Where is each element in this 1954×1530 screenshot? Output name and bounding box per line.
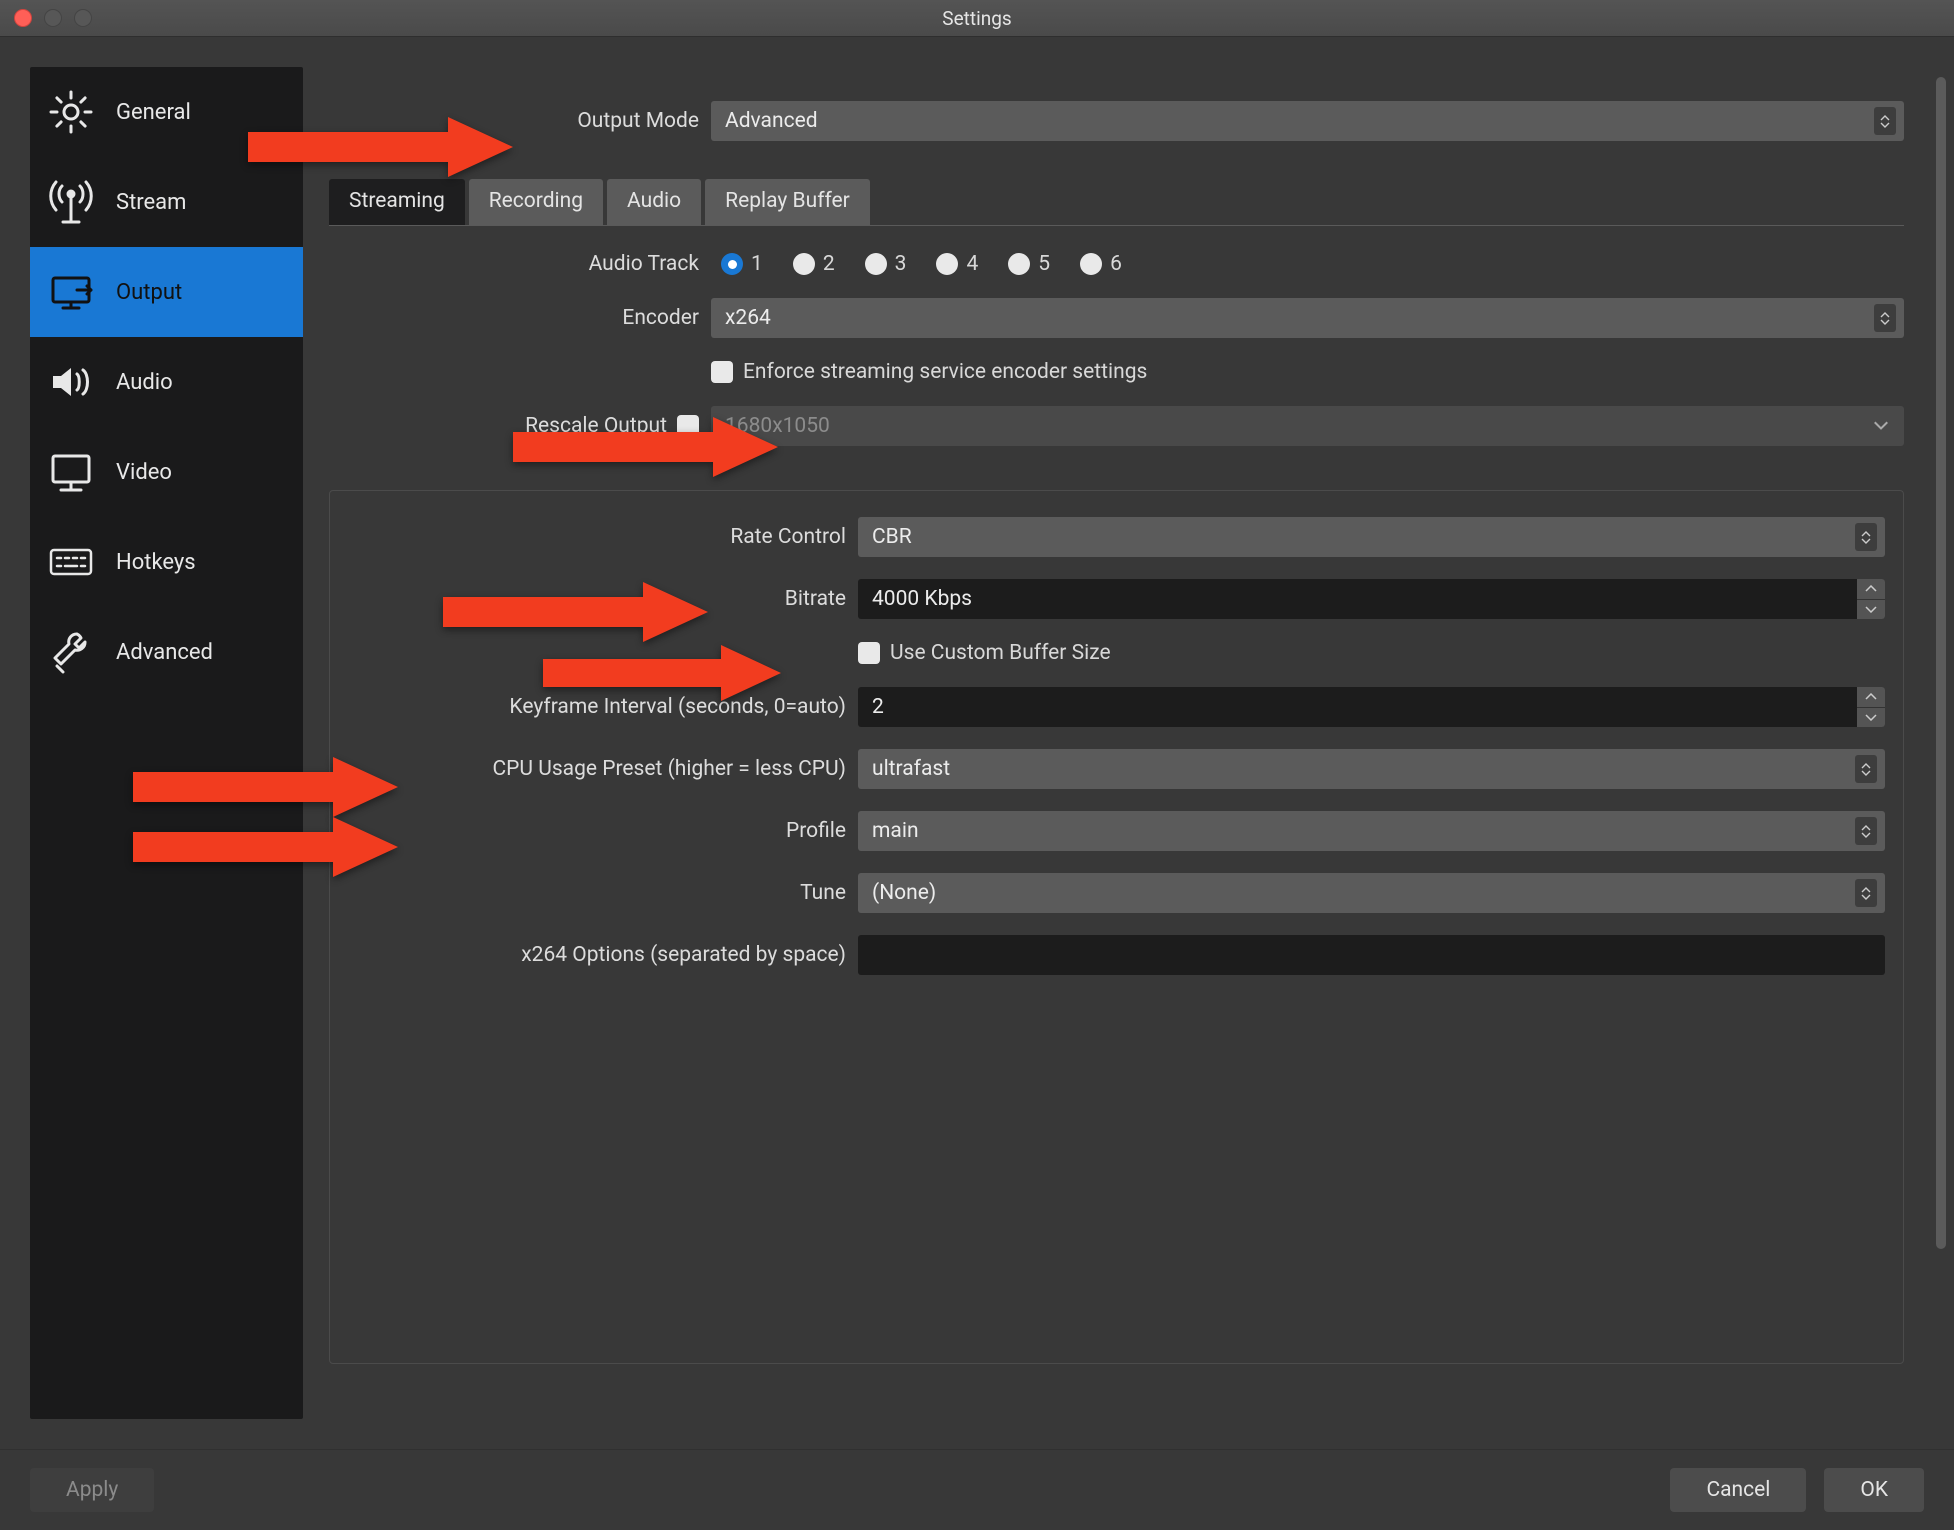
antenna-icon <box>44 175 98 229</box>
chevron-updown-icon <box>1874 304 1896 332</box>
keyboard-icon <box>44 535 98 589</box>
settings-main-panel: Output Mode Advanced Streaming Recording… <box>303 37 1954 1449</box>
audio-track-radio-3[interactable]: 3 <box>865 252 907 276</box>
x264-options-input[interactable] <box>858 935 1885 975</box>
radio-label: 6 <box>1110 252 1122 276</box>
bitrate-input[interactable]: 4000 Kbps <box>858 579 1885 619</box>
settings-sidebar: General Stream Output Audio <box>30 67 303 1419</box>
sidebar-item-advanced[interactable]: Advanced <box>30 607 303 697</box>
gear-icon <box>44 85 98 139</box>
enforce-encoder-checkbox[interactable] <box>711 361 733 383</box>
tune-value: (None) <box>872 881 936 905</box>
chevron-down-icon <box>1866 411 1896 441</box>
sidebar-item-hotkeys[interactable]: Hotkeys <box>30 517 303 607</box>
sidebar-item-audio[interactable]: Audio <box>30 337 303 427</box>
keyframe-interval-value: 2 <box>858 687 1857 727</box>
keyframe-interval-input[interactable]: 2 <box>858 687 1885 727</box>
audio-track-label: Audio Track <box>329 252 699 276</box>
x264-options-label: x264 Options (separated by space) <box>338 943 846 967</box>
keyframe-interval-label: Keyframe Interval (seconds, 0=auto) <box>338 695 846 719</box>
profile-label: Profile <box>338 819 846 843</box>
profile-select[interactable]: main <box>858 811 1885 851</box>
cpu-preset-label: CPU Usage Preset (higher = less CPU) <box>338 757 846 781</box>
audio-track-radio-2[interactable]: 2 <box>793 252 835 276</box>
scrollbar[interactable] <box>1936 77 1946 1249</box>
bitrate-step-up[interactable] <box>1857 579 1885 600</box>
radio-label: 2 <box>823 252 835 276</box>
sidebar-item-label: Advanced <box>116 640 213 665</box>
rescale-output-select: 1680x1050 <box>711 406 1904 446</box>
sidebar-item-output[interactable]: Output <box>30 247 303 337</box>
tab-audio[interactable]: Audio <box>607 179 701 225</box>
tab-recording[interactable]: Recording <box>469 179 603 225</box>
speaker-icon <box>44 355 98 409</box>
audio-track-radios: 1 2 3 4 5 6 <box>711 252 1122 276</box>
profile-value: main <box>872 819 919 843</box>
sidebar-item-label: Stream <box>116 190 186 215</box>
chevron-updown-icon <box>1855 817 1877 845</box>
ok-button[interactable]: OK <box>1824 1468 1924 1512</box>
rescale-output-placeholder: 1680x1050 <box>725 414 830 438</box>
rate-control-label: Rate Control <box>338 525 846 549</box>
radio-label: 5 <box>1038 252 1050 276</box>
sidebar-item-general[interactable]: General <box>30 67 303 157</box>
radio-label: 3 <box>895 252 907 276</box>
chevron-updown-icon <box>1855 523 1877 551</box>
rescale-output-label: Rescale Output <box>525 414 667 438</box>
chevron-updown-icon <box>1855 879 1877 907</box>
sidebar-item-label: Video <box>116 460 172 485</box>
keyframe-step-down[interactable] <box>1857 708 1885 728</box>
tab-streaming[interactable]: Streaming <box>329 179 465 225</box>
sidebar-item-label: Audio <box>116 370 173 395</box>
cancel-button[interactable]: Cancel <box>1670 1468 1806 1512</box>
keyframe-step-up[interactable] <box>1857 687 1885 708</box>
cpu-preset-select[interactable]: ultrafast <box>858 749 1885 789</box>
monitor-icon <box>44 445 98 499</box>
maximize-window-button[interactable] <box>74 9 92 27</box>
enforce-encoder-label: Enforce streaming service encoder settin… <box>743 360 1147 384</box>
output-mode-label: Output Mode <box>329 109 699 133</box>
close-window-button[interactable] <box>14 9 32 27</box>
audio-track-radio-6[interactable]: 6 <box>1080 252 1122 276</box>
custom-buffer-checkbox[interactable] <box>858 642 880 664</box>
encoder-label: Encoder <box>329 306 699 330</box>
bitrate-step-down[interactable] <box>1857 600 1885 620</box>
output-mode-select[interactable]: Advanced <box>711 101 1904 141</box>
audio-track-radio-4[interactable]: 4 <box>936 252 978 276</box>
output-mode-value: Advanced <box>725 109 818 133</box>
sidebar-item-label: General <box>116 100 191 125</box>
tools-icon <box>44 625 98 679</box>
chevron-updown-icon <box>1874 107 1896 135</box>
radio-label: 4 <box>966 252 978 276</box>
rate-control-select[interactable]: CBR <box>858 517 1885 557</box>
sidebar-item-stream[interactable]: Stream <box>30 157 303 247</box>
titlebar: Settings <box>0 0 1954 37</box>
encoder-value: x264 <box>725 306 771 330</box>
audio-track-radio-1[interactable]: 1 <box>721 252 763 276</box>
audio-track-radio-5[interactable]: 5 <box>1008 252 1050 276</box>
tune-label: Tune <box>338 881 846 905</box>
bitrate-label: Bitrate <box>338 587 846 611</box>
rate-control-value: CBR <box>872 525 912 549</box>
sidebar-item-video[interactable]: Video <box>30 427 303 517</box>
minimize-window-button[interactable] <box>44 9 62 27</box>
custom-buffer-label: Use Custom Buffer Size <box>890 641 1111 665</box>
sidebar-item-label: Hotkeys <box>116 550 196 575</box>
cpu-preset-value: ultrafast <box>872 757 950 781</box>
sidebar-item-label: Output <box>116 280 182 305</box>
tab-replay-buffer[interactable]: Replay Buffer <box>705 179 870 225</box>
dialog-footer: Apply Cancel OK <box>0 1449 1954 1530</box>
radio-label: 1 <box>751 252 763 276</box>
encoder-select[interactable]: x264 <box>711 298 1904 338</box>
window-title: Settings <box>0 7 1954 30</box>
chevron-updown-icon <box>1855 755 1877 783</box>
tune-select[interactable]: (None) <box>858 873 1885 913</box>
apply-button: Apply <box>30 1468 154 1512</box>
bitrate-value: 4000 Kbps <box>858 579 1857 619</box>
monitor-out-icon <box>44 265 98 319</box>
rescale-output-checkbox[interactable] <box>677 415 699 437</box>
